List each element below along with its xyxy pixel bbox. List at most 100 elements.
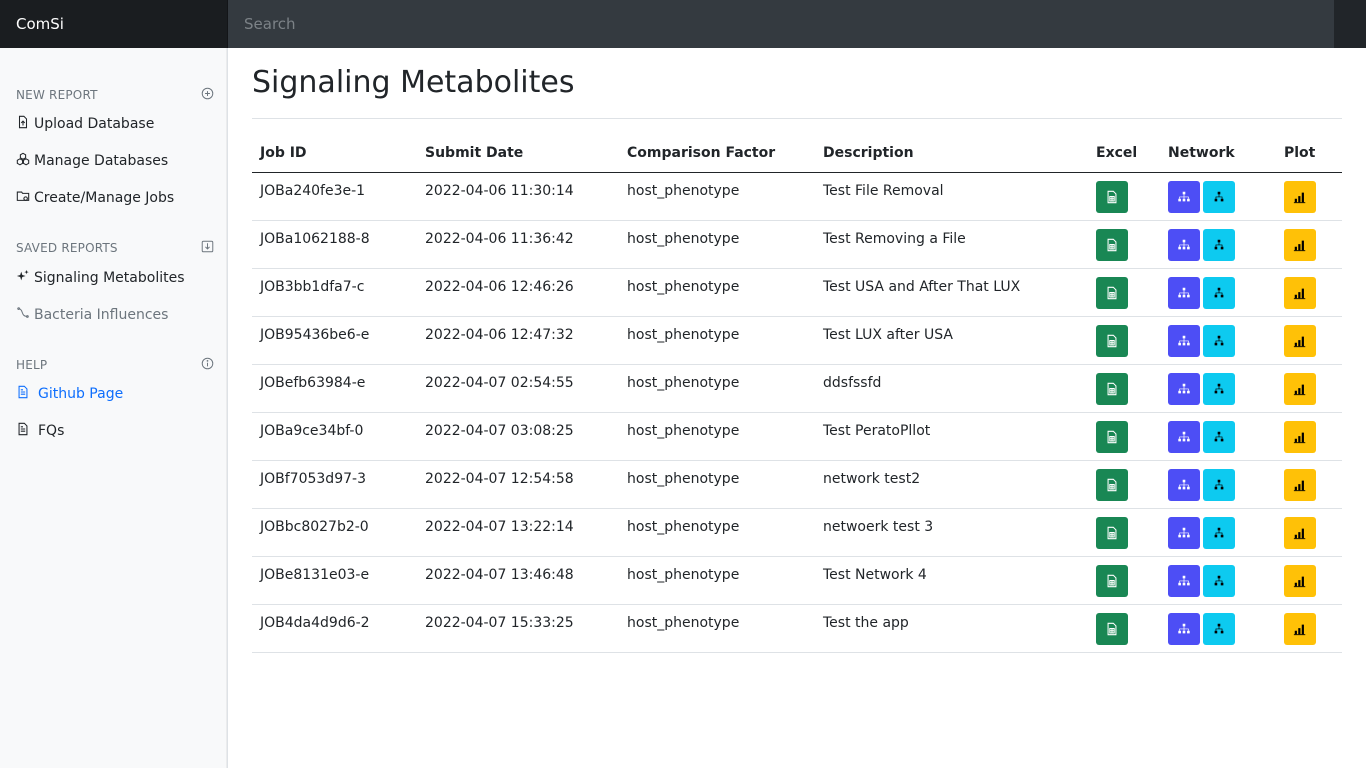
table-row: JOBefb63984-e 2022-04-07 02:54:55 host_phe… [252, 364, 1342, 413]
excel-download-button[interactable] [1096, 564, 1128, 597]
description-cell: Test PeratoPllot [815, 412, 1088, 461]
description-cell: ddsfssfd [815, 364, 1088, 413]
plot-button[interactable] [1284, 372, 1316, 405]
excel-download-button[interactable] [1096, 420, 1128, 453]
sidebar-item-github-page[interactable]: Github Page [16, 382, 216, 406]
excel-download-button[interactable] [1096, 324, 1128, 357]
excel-download-button[interactable] [1096, 372, 1128, 405]
excel-download-button[interactable] [1096, 180, 1128, 213]
plot-button[interactable] [1284, 180, 1316, 213]
download-box-icon[interactable] [201, 240, 214, 256]
network-view-button[interactable] [1168, 564, 1200, 597]
column-header-submit-date: Submit Date [417, 134, 619, 173]
sidebar-item-label: Manage Databases [34, 153, 169, 169]
network-view-button[interactable] [1168, 516, 1200, 549]
table-row: JOBa240fe3e-1 2022-04-06 11:30:14 host_phe… [252, 172, 1342, 221]
divider [252, 118, 1342, 119]
job-id-cell: JOBa240fe3e-1 [252, 172, 417, 221]
network-alt-view-button[interactable] [1203, 468, 1235, 501]
job-id-cell: JOBe8131e03-e [252, 556, 417, 605]
network-view-button[interactable] [1168, 612, 1200, 645]
submit-date-cell: 2022-04-06 12:47:32 [417, 316, 619, 365]
network-cell [1160, 268, 1276, 317]
network-view-button[interactable] [1168, 276, 1200, 309]
sidebar-item-create-manage-jobs[interactable]: Create/Manage Jobs [16, 186, 216, 210]
top-navbar: ComSi [0, 0, 1366, 48]
network-view-button[interactable] [1168, 420, 1200, 453]
network-view-button[interactable] [1168, 468, 1200, 501]
network-alt-view-button[interactable] [1203, 420, 1235, 453]
excel-download-button[interactable] [1096, 612, 1128, 645]
network-cell [1160, 172, 1276, 221]
excel-download-button[interactable] [1096, 468, 1128, 501]
network-alt-view-button[interactable] [1203, 372, 1235, 405]
plot-cell [1276, 460, 1342, 509]
plot-button[interactable] [1284, 564, 1316, 597]
sparkles-icon [16, 269, 30, 287]
network-cell [1160, 508, 1276, 557]
search-input[interactable] [228, 0, 1334, 48]
page-title: Signaling Metabolites [252, 65, 575, 100]
plot-button[interactable] [1284, 420, 1316, 453]
plot-cell [1276, 268, 1342, 317]
description-cell: Test Network 4 [815, 556, 1088, 605]
plot-button[interactable] [1284, 516, 1316, 549]
sidebar-item-signaling-metabolites[interactable]: Signaling Metabolites [16, 266, 216, 290]
plot-cell [1276, 508, 1342, 557]
file-upload-icon [16, 115, 30, 133]
network-view-button[interactable] [1168, 372, 1200, 405]
submit-date-cell: 2022-04-07 02:54:55 [417, 364, 619, 413]
excel-download-button[interactable] [1096, 228, 1128, 261]
comparison-factor-cell: host_phenotype [619, 268, 815, 317]
brand-logo[interactable]: ComSi [0, 0, 228, 48]
network-alt-view-button[interactable] [1203, 564, 1235, 597]
sidebar-item-bacteria-influences[interactable]: Bacteria Influences [16, 303, 216, 327]
sidebar-item-fqs[interactable]: FQs [16, 419, 216, 443]
network-alt-view-button[interactable] [1203, 276, 1235, 309]
sidebar-item-label: Github Page [38, 386, 124, 402]
job-id-cell: JOBa1062188-8 [252, 220, 417, 269]
network-view-button[interactable] [1168, 228, 1200, 261]
plus-circle-icon[interactable] [201, 87, 214, 103]
table-header-row: Job ID Submit Date Comparison Factor Des… [252, 134, 1342, 173]
document-icon [16, 422, 30, 440]
network-alt-view-button[interactable] [1203, 324, 1235, 357]
plot-cell [1276, 556, 1342, 605]
column-header-plot: Plot [1276, 134, 1342, 173]
plot-cell [1276, 220, 1342, 269]
submit-date-cell: 2022-04-06 11:36:42 [417, 220, 619, 269]
excel-cell [1088, 316, 1160, 365]
network-view-button[interactable] [1168, 180, 1200, 213]
sidebar-item-manage-databases[interactable]: Manage Databases [16, 149, 216, 173]
info-circle-icon[interactable] [201, 357, 214, 373]
submit-date-cell: 2022-04-07 12:54:58 [417, 460, 619, 509]
network-alt-view-button[interactable] [1203, 516, 1235, 549]
network-view-button[interactable] [1168, 324, 1200, 357]
network-alt-view-button[interactable] [1203, 180, 1235, 213]
table-row: JOBe8131e03-e 2022-04-07 13:46:48 host_phe… [252, 556, 1342, 605]
plot-button[interactable] [1284, 612, 1316, 645]
excel-download-button[interactable] [1096, 516, 1128, 549]
job-id-cell: JOBa9ce34bf-0 [252, 412, 417, 461]
section-saved-reports: SAVED REPORTS [16, 240, 214, 256]
plot-button[interactable] [1284, 324, 1316, 357]
network-alt-view-button[interactable] [1203, 228, 1235, 261]
job-id-cell: JOBbc8027b2-0 [252, 508, 417, 557]
comparison-factor-cell: host_phenotype [619, 460, 815, 509]
description-cell: Test the app [815, 604, 1088, 653]
document-icon [16, 385, 30, 403]
plot-button[interactable] [1284, 228, 1316, 261]
plot-button[interactable] [1284, 468, 1316, 501]
plot-cell [1276, 172, 1342, 221]
section-title: NEW REPORT [16, 88, 98, 102]
plot-cell [1276, 316, 1342, 365]
excel-download-button[interactable] [1096, 276, 1128, 309]
submit-date-cell: 2022-04-06 12:46:26 [417, 268, 619, 317]
network-cell [1160, 604, 1276, 653]
network-alt-view-button[interactable] [1203, 612, 1235, 645]
topbar-spacer [1334, 0, 1366, 48]
plot-button[interactable] [1284, 276, 1316, 309]
sidebar-item-upload-database[interactable]: Upload Database [16, 112, 216, 136]
comparison-factor-cell: host_phenotype [619, 556, 815, 605]
section-help: HELP [16, 357, 214, 373]
